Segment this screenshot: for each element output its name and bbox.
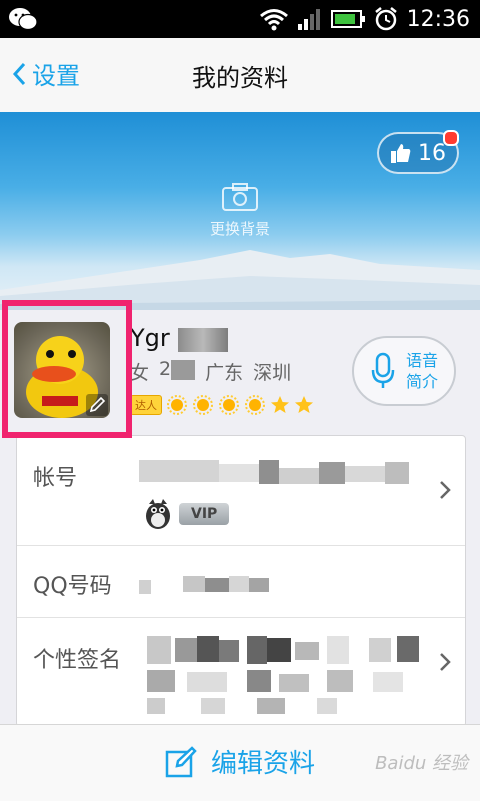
age: 2	[159, 358, 196, 385]
chevron-right-icon	[440, 481, 451, 499]
voice-intro-button[interactable]: 语音简介	[352, 336, 456, 406]
profile-header: Ygr 女 2 广东 深圳 达人 语音简介	[0, 300, 480, 438]
profile-info-list: 帐号 VIP QQ号码 个性签名	[16, 435, 466, 727]
snow-mountain-image	[0, 250, 480, 310]
nickname: Ygr	[130, 324, 170, 352]
page-title: 我的资料	[192, 64, 288, 92]
city: 深圳	[253, 362, 292, 384]
chevron-right-icon	[440, 653, 451, 671]
like-count: 16	[418, 140, 446, 166]
profile-meta: 女 2 广东 深圳	[130, 358, 291, 385]
signature-label: 个性签名	[33, 648, 122, 673]
gender: 女	[130, 362, 150, 384]
penguin-icon	[146, 499, 170, 529]
sun-icon	[193, 395, 213, 415]
age-digit: 2	[159, 358, 172, 380]
microphone-icon	[371, 352, 395, 388]
qq-number-label: QQ号码	[33, 574, 112, 599]
star-icon	[271, 396, 289, 413]
sun-icon	[219, 395, 239, 415]
status-time: 12:36	[406, 6, 470, 32]
nav-bar: 设置 我的资料	[0, 38, 480, 113]
edit-profile-label: 编辑资料	[210, 749, 315, 779]
thumbs-up-icon	[391, 144, 411, 163]
status-bar: 12:36	[0, 0, 480, 38]
battery-icon	[330, 10, 365, 28]
signal-icon	[297, 9, 320, 30]
account-row[interactable]: 帐号 VIP	[17, 436, 465, 546]
nickname-mosaic	[178, 328, 228, 352]
wifi-icon	[259, 9, 288, 31]
vip-label: VIP	[179, 503, 230, 525]
wechat-icon	[9, 8, 38, 31]
daren-badge: 达人	[130, 395, 162, 415]
province: 广东	[205, 362, 244, 384]
age-mosaic	[171, 359, 196, 380]
sun-icon	[167, 395, 187, 415]
level-badges[interactable]: 达人	[130, 394, 314, 416]
qq-number-row[interactable]: QQ号码	[17, 546, 465, 618]
signature-row[interactable]: 个性签名	[17, 618, 465, 726]
watermark: Baidu 经验	[375, 753, 468, 774]
camera-icon	[222, 183, 258, 211]
star-icon	[295, 396, 313, 413]
sun-icon	[245, 395, 265, 415]
edit-icon	[165, 745, 197, 777]
notification-dot	[443, 130, 459, 146]
bottom-bar: 编辑资料 Baidu 经验	[0, 724, 480, 801]
account-label: 帐号	[33, 466, 78, 491]
change-background-label: 更换背景	[209, 220, 270, 238]
voice-intro-label: 语音简介	[406, 351, 439, 391]
like-button[interactable]: 16	[377, 130, 459, 174]
alarm-icon	[374, 7, 397, 31]
vip-badge: VIP	[143, 498, 230, 530]
profile-background[interactable]: 16 更换背景	[0, 112, 480, 310]
avatar-highlight-frame	[2, 300, 132, 438]
